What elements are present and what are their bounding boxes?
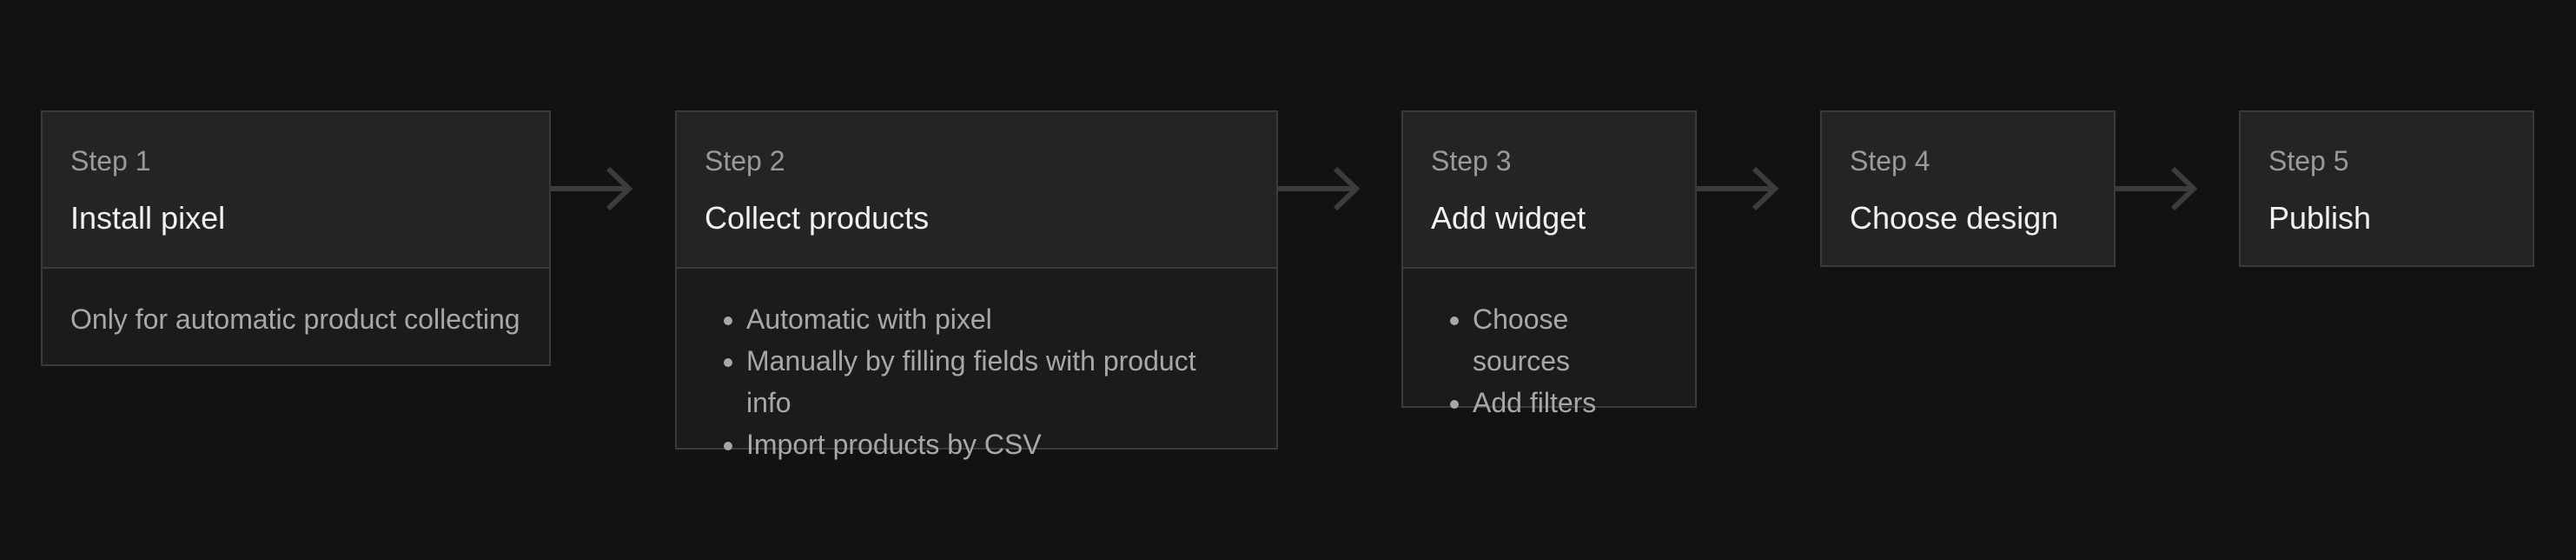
list-item: Manually by filling fields with product … <box>746 340 1248 423</box>
step-number: Step 3 <box>1431 145 1512 177</box>
list-item: Choose sources <box>1473 298 1667 382</box>
arrow-right-icon <box>1697 167 1779 210</box>
step-item-list: Choose sources Add filters <box>1431 298 1667 423</box>
step-body: Choose sources Add filters <box>1403 267 1695 423</box>
step-header: Step 2 Collect products <box>677 112 1276 267</box>
step-header: Step 1 Install pixel <box>43 112 549 267</box>
step-card-3: Step 3 Add widget Choose sources Add fil… <box>1401 110 1697 418</box>
step-card-1: Step 1 Install pixel Only for automatic … <box>41 110 551 366</box>
step-number: Step 2 <box>705 145 785 177</box>
step-body: Only for automatic product collecting <box>43 267 549 340</box>
step-card-5: Step 5 Publish <box>2239 110 2534 267</box>
step-number: Step 5 <box>2268 145 2349 177</box>
step-title: Choose design <box>1850 200 2059 236</box>
step-body: Automatic with pixel Manually by filling… <box>677 267 1276 465</box>
step-header: Step 4 Choose design <box>1822 112 2114 265</box>
step-note: Only for automatic product collecting <box>70 303 520 335</box>
step-card-2: Step 2 Collect products Automatic with p… <box>675 110 1278 460</box>
list-item: Import products by CSV <box>746 423 1248 465</box>
arrow-right-icon <box>1278 167 1361 210</box>
arrow-right-icon <box>551 167 633 210</box>
step-title: Add widget <box>1431 200 1586 236</box>
step-title: Install pixel <box>70 200 226 236</box>
arrow-right-icon <box>2116 167 2198 210</box>
step-item-list: Automatic with pixel Manually by filling… <box>705 298 1248 465</box>
step-header: Step 3 Add widget <box>1403 112 1695 267</box>
step-header: Step 5 Publish <box>2241 112 2533 265</box>
list-item: Automatic with pixel <box>746 298 1248 340</box>
step-card-4: Step 4 Choose design <box>1820 110 2116 267</box>
list-item: Add filters <box>1473 382 1667 423</box>
step-title: Collect products <box>705 200 930 236</box>
step-number: Step 1 <box>70 145 151 177</box>
step-number: Step 4 <box>1850 145 1930 177</box>
step-title: Publish <box>2268 200 2372 236</box>
